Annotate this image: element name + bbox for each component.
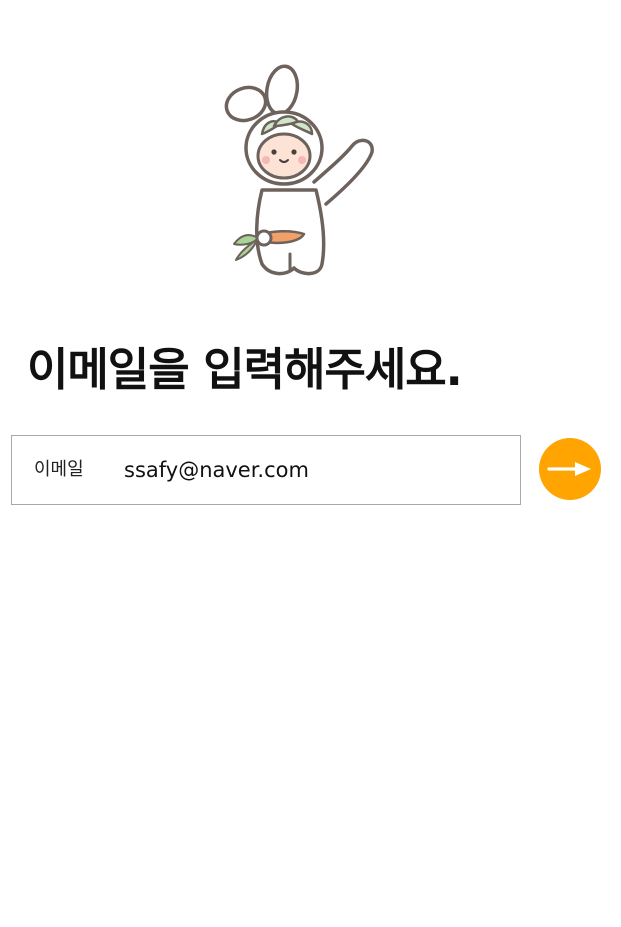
bunny-mascot-icon [224, 64, 374, 276]
page-title: 이메일을 입력해주세요. [27, 343, 463, 396]
next-button[interactable] [539, 438, 601, 500]
email-field-container[interactable]: 이메일 [11, 435, 521, 505]
arrow-right-icon [547, 462, 591, 476]
email-label: 이메일 [34, 459, 84, 480]
email-input[interactable] [120, 450, 518, 490]
